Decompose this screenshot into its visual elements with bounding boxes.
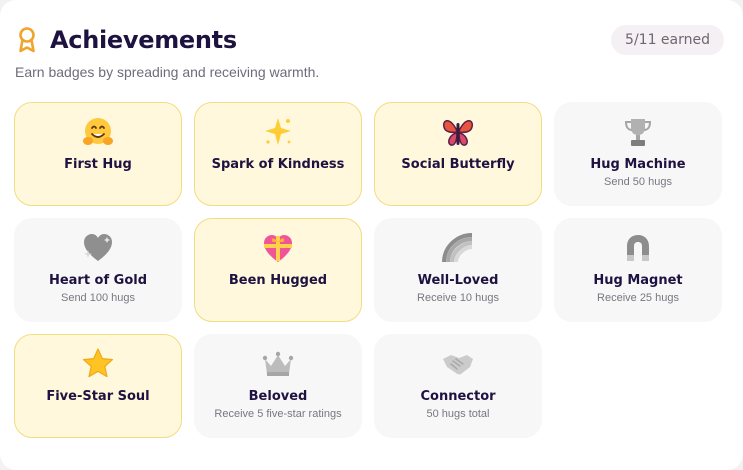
badge-name: Beloved: [248, 389, 308, 404]
badge-name: Connector: [420, 389, 496, 404]
gift-heart-icon: [261, 231, 295, 265]
badge-requirement: 50 hugs total: [426, 408, 490, 420]
badge-requirement: Receive 5 five-star ratings: [214, 408, 342, 420]
badge-connector[interactable]: Connector 50 hugs total: [374, 334, 542, 438]
badge-spark-of-kindness[interactable]: Spark of Kindness: [194, 102, 362, 206]
subtitle: Earn badges by spreading and receiving w…: [15, 64, 320, 80]
badge-five-star-soul[interactable]: Five-Star Soul: [14, 334, 182, 438]
badge-social-butterfly[interactable]: Social Butterfly: [374, 102, 542, 206]
badge-name: Heart of Gold: [48, 273, 148, 288]
star-icon: [81, 347, 115, 381]
achievements-card: Achievements 5/11 earned Earn badges by …: [0, 0, 743, 470]
badge-heart-of-gold[interactable]: Heart of Gold Send 100 hugs: [14, 218, 182, 322]
badge-beloved[interactable]: Beloved Receive 5 five-star ratings: [194, 334, 362, 438]
badge-grid: First Hug Spark of Kindness Social Butte…: [14, 102, 724, 438]
badge-well-loved[interactable]: Well-Loved Receive 10 hugs: [374, 218, 542, 322]
hugging-face-icon: [81, 115, 115, 149]
crown-icon: [261, 347, 295, 381]
badge-requirement: Receive 25 hugs: [597, 292, 679, 304]
badge-requirement: Send 100 hugs: [60, 292, 135, 304]
badge-name: Hug Machine: [590, 157, 686, 172]
badge-name: Five-Star Soul: [46, 389, 150, 404]
handshake-icon: [441, 347, 475, 381]
badge-hug-magnet[interactable]: Hug Magnet Receive 25 hugs: [554, 218, 722, 322]
badge-name: Well-Loved: [417, 273, 499, 288]
badge-name: Social Butterfly: [401, 157, 515, 172]
badge-first-hug[interactable]: First Hug: [14, 102, 182, 206]
earned-count-badge: 5/11 earned: [611, 25, 724, 55]
sparkle-star-icon: [261, 115, 295, 149]
sparkling-heart-icon: [81, 231, 115, 265]
badge-requirement: Receive 10 hugs: [417, 292, 499, 304]
badge-been-hugged[interactable]: Been Hugged: [194, 218, 362, 322]
badge-name: Spark of Kindness: [211, 157, 345, 172]
badge-name: Hug Magnet: [593, 273, 683, 288]
butterfly-icon: [441, 115, 475, 149]
badge-name: First Hug: [64, 157, 132, 172]
badge-requirement: Send 50 hugs: [604, 176, 672, 188]
magnet-icon: [621, 231, 655, 265]
page-title: Achievements: [50, 26, 237, 54]
trophy-icon: [621, 115, 655, 149]
badge-hug-machine[interactable]: Hug Machine Send 50 hugs: [554, 102, 722, 206]
award-ribbon-icon: [16, 26, 38, 54]
rainbow-icon: [441, 231, 475, 265]
badge-name: Been Hugged: [228, 273, 328, 288]
card-header: Achievements: [16, 24, 237, 56]
